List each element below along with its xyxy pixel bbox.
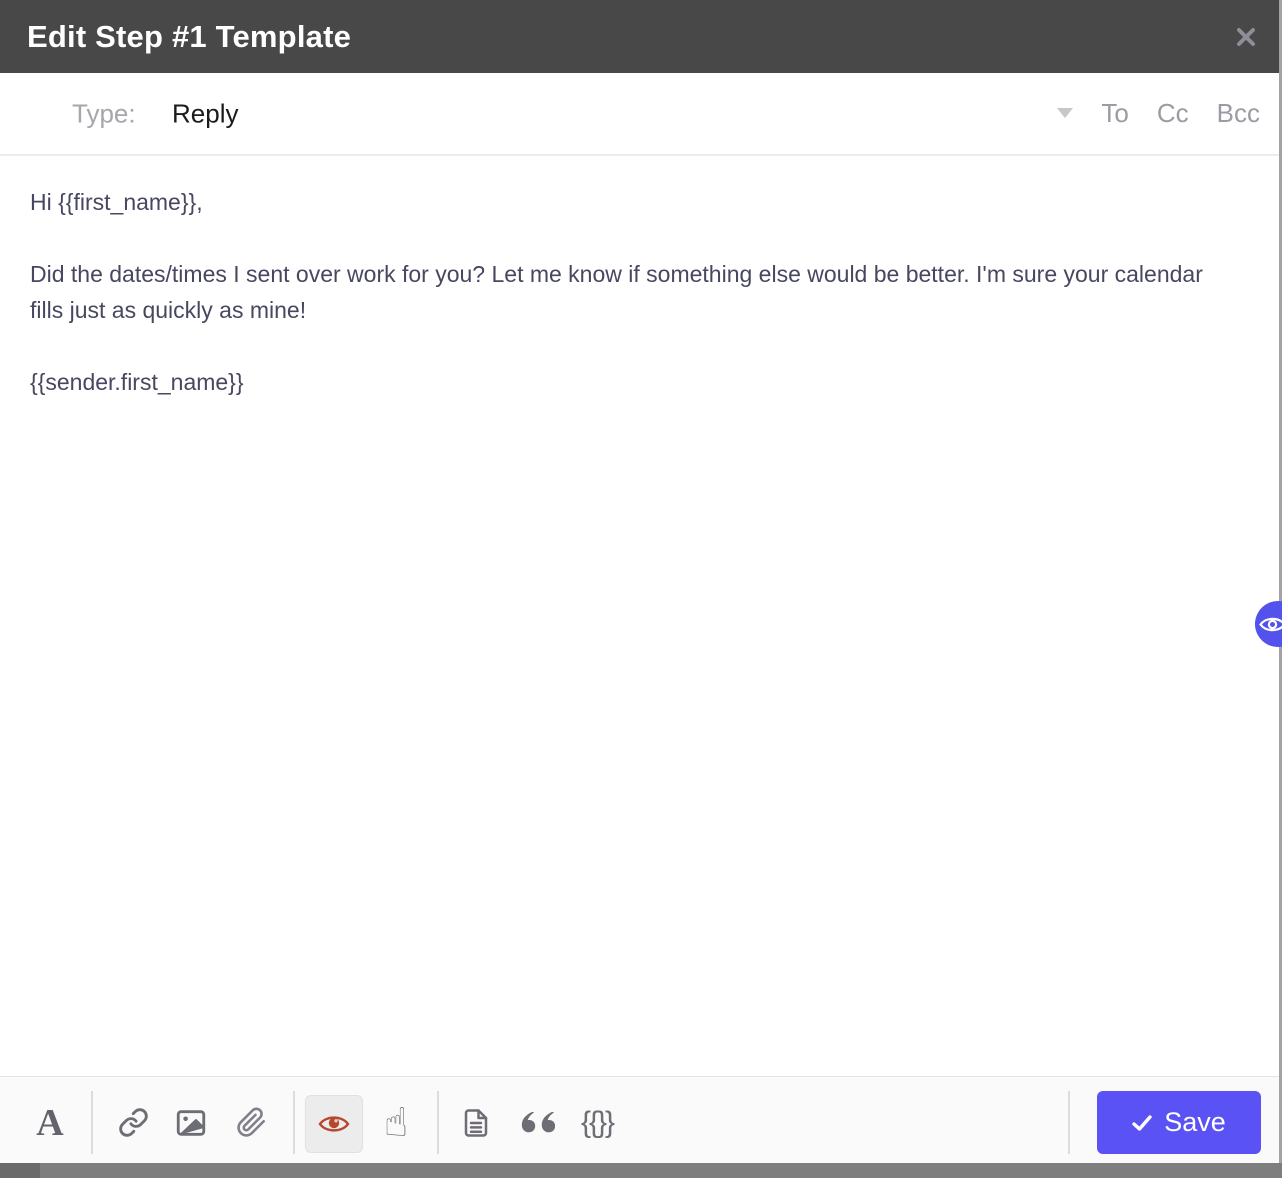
paperclip-icon [236, 1107, 267, 1138]
document-icon [461, 1107, 491, 1139]
template-body-editor[interactable]: Hi {{first_name}}, Did the dates/times I… [0, 158, 1282, 1076]
type-select-value[interactable]: Reply [172, 98, 238, 129]
insert-link-button[interactable] [115, 1091, 151, 1154]
editor-greeting-line: Hi {{first_name}}, [30, 184, 1222, 220]
editor-toolbar: A [0, 1076, 1282, 1163]
link-icon [118, 1107, 149, 1138]
braces-variables-icon: {{}} [581, 1106, 613, 1140]
insert-quote-button[interactable] [514, 1091, 560, 1154]
toolbar-divider [293, 1091, 295, 1154]
edit-template-modal: Edit Step #1 Template Type: Reply To [0, 0, 1282, 1178]
insert-image-button[interactable] [171, 1091, 211, 1154]
type-label: Type: [72, 98, 136, 129]
eye-preview-icon [1259, 615, 1282, 634]
editor-paragraph: Did the dates/times I sent over work for… [30, 256, 1222, 328]
bcc-link[interactable]: Bcc [1217, 98, 1260, 129]
image-icon [174, 1106, 208, 1140]
type-row: Type: Reply To Cc Bcc [0, 73, 1282, 156]
recipient-controls: To Cc Bcc [1057, 73, 1260, 154]
hand-pointer-icon: ☝ [384, 1103, 408, 1143]
close-button[interactable] [1226, 17, 1266, 57]
to-link[interactable]: To [1101, 98, 1128, 129]
chevron-down-icon [1057, 108, 1073, 119]
toolbar-divider [91, 1091, 93, 1154]
attachment-button[interactable] [231, 1091, 271, 1154]
font-style-button[interactable]: A [30, 1091, 70, 1154]
modal-header: Edit Step #1 Template [0, 0, 1282, 73]
toolbar-divider [437, 1091, 439, 1154]
check-icon [1132, 1114, 1152, 1132]
font-icon: A [36, 1104, 63, 1142]
quote-icon [519, 1110, 555, 1135]
preview-mode-button[interactable] [305, 1095, 363, 1153]
recipients-dropdown-button[interactable] [1057, 108, 1073, 119]
modal-title: Edit Step #1 Template [27, 19, 351, 55]
cc-link[interactable]: Cc [1157, 98, 1189, 129]
save-button-label: Save [1164, 1107, 1226, 1138]
toolbar-divider [1068, 1091, 1070, 1154]
pointer-action-button[interactable]: ☝ [374, 1091, 418, 1154]
scrollbar-thumb[interactable] [0, 1163, 40, 1178]
close-icon [1235, 26, 1257, 48]
editor-signature-line: {{sender.first_name}} [30, 364, 1222, 400]
save-button[interactable]: Save [1097, 1091, 1261, 1154]
insert-variable-button[interactable]: {{}} [565, 1091, 629, 1154]
eye-icon [318, 1113, 350, 1135]
horizontal-scrollbar[interactable] [0, 1163, 1282, 1178]
insert-template-button[interactable] [457, 1091, 495, 1154]
